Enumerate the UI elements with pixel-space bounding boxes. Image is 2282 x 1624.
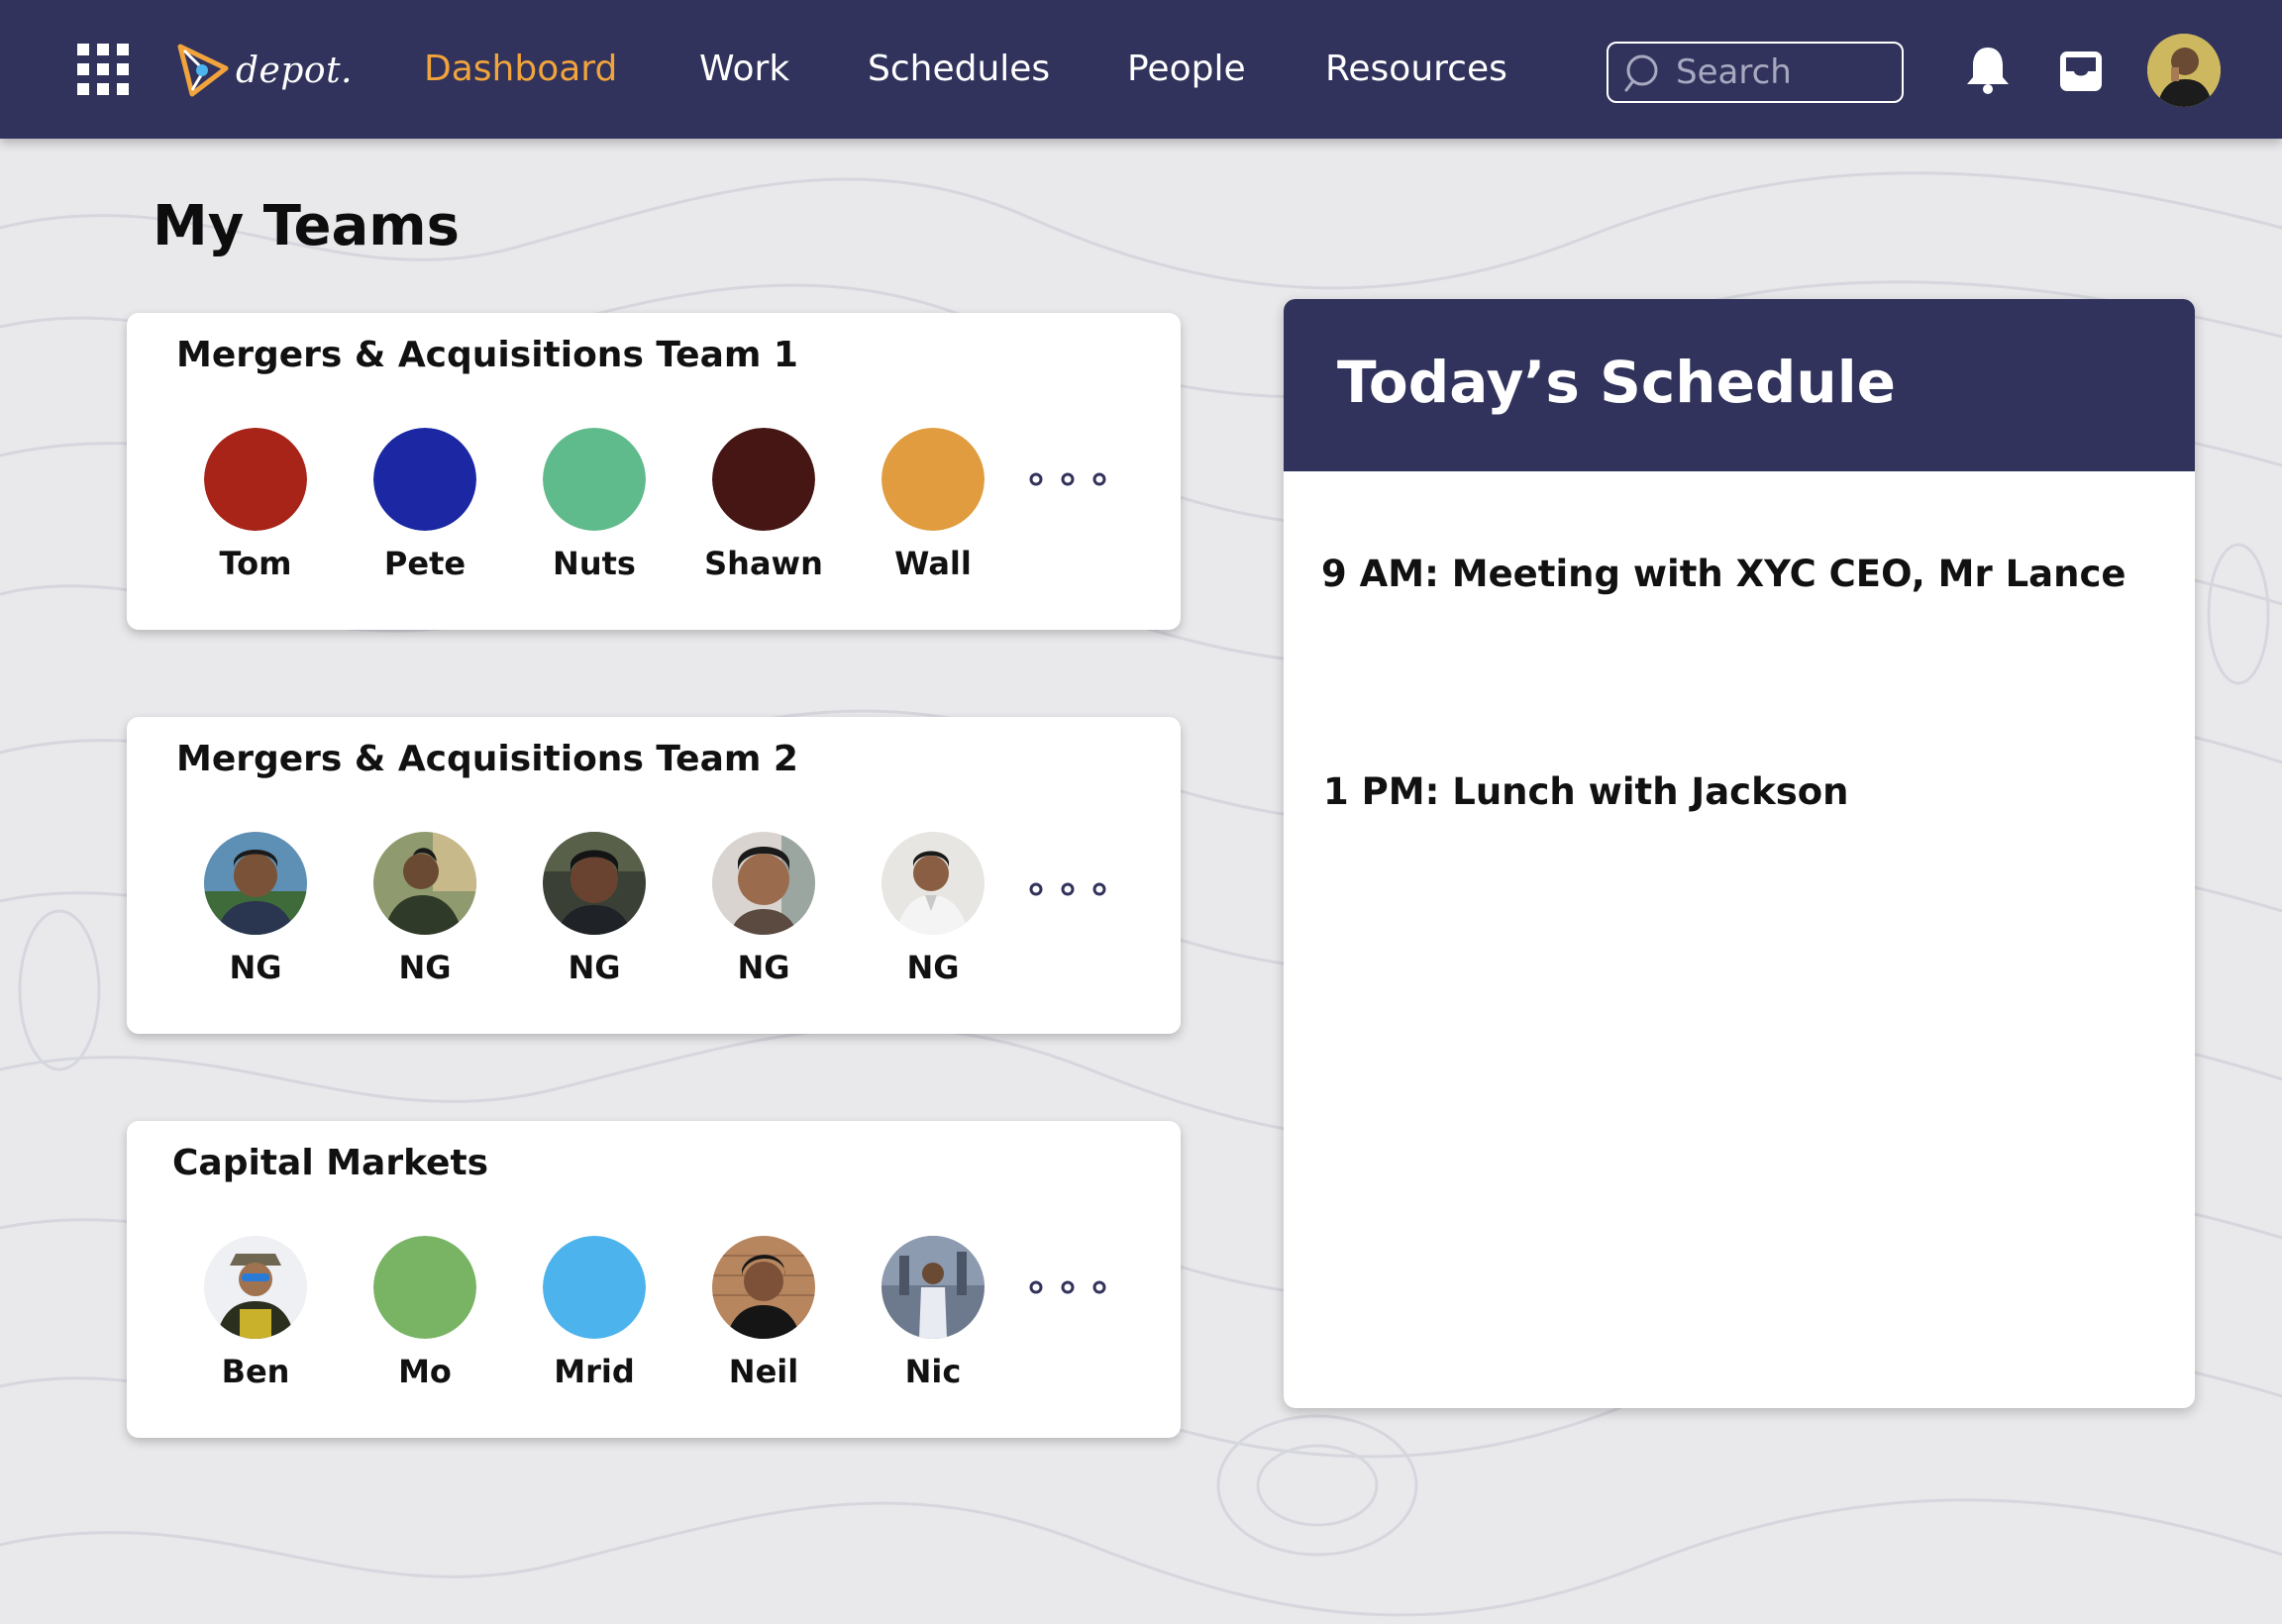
- team-card[interactable]: Capital Markets Ben Mo Mrid Neil Nic: [127, 1121, 1181, 1438]
- avatar: [373, 1236, 476, 1339]
- user-avatar[interactable]: [2147, 34, 2221, 107]
- schedule-header: Today’s Schedule: [1284, 299, 2195, 471]
- member-name: Pete: [383, 545, 467, 582]
- page-title: My Teams: [153, 194, 460, 258]
- avatar-photo: [543, 832, 646, 935]
- member-name: Nic: [904, 1353, 962, 1390]
- team-member[interactable]: Shawn: [704, 428, 823, 582]
- avatar: [373, 428, 476, 531]
- team-title: Mergers & Acquisitions Team 2: [176, 739, 798, 779]
- member-name: NG: [568, 949, 621, 986]
- team-member[interactable]: NG: [543, 832, 646, 986]
- member-name: Neil: [728, 1353, 799, 1390]
- search-input[interactable]: [1676, 52, 1874, 92]
- team-member[interactable]: NG: [712, 832, 815, 986]
- member-name: NG: [737, 949, 790, 986]
- team-member[interactable]: Neil: [712, 1236, 815, 1390]
- avatar: [543, 428, 646, 531]
- team-title: Mergers & Acquisitions Team 1: [176, 335, 798, 375]
- member-name: Mo: [398, 1353, 452, 1390]
- team-card[interactable]: Mergers & Acquisitions Team 1 Tom Pete N…: [127, 313, 1181, 630]
- search-icon: [1624, 54, 1658, 92]
- member-name: NG: [229, 949, 282, 986]
- avatar-photo: [712, 1236, 815, 1339]
- member-name: NG: [906, 949, 960, 986]
- member-name: Mrid: [554, 1353, 635, 1390]
- top-navbar: depot. Dashboard Work Schedules People R…: [0, 0, 2282, 139]
- inbox-icon[interactable]: [2058, 50, 2104, 93]
- nav-people[interactable]: People: [1127, 44, 1246, 95]
- depot-logo[interactable]: depot.: [174, 40, 353, 101]
- team-member[interactable]: Mo: [373, 1236, 476, 1390]
- member-name: Ben: [221, 1353, 290, 1390]
- more-members-icon[interactable]: [1022, 461, 1111, 497]
- member-name: Wall: [894, 545, 972, 582]
- team-member[interactable]: NG: [373, 832, 476, 986]
- avatar-photo: [882, 1236, 985, 1339]
- depot-logo-icon: [177, 44, 229, 97]
- team-member[interactable]: NG: [204, 832, 307, 986]
- avatar-photo: [204, 832, 307, 935]
- avatar: [882, 428, 985, 531]
- avatar: [712, 428, 815, 531]
- todays-schedule-panel: Today’s Schedule 9 AM: Meeting with XYC …: [1284, 299, 2195, 1408]
- team-member[interactable]: Pete: [373, 428, 476, 582]
- avatar-photo: [882, 832, 985, 935]
- team-member[interactable]: Tom: [204, 428, 307, 582]
- avatar: [543, 1236, 646, 1339]
- avatar-photo: [204, 1236, 307, 1339]
- more-members-icon[interactable]: [1022, 1269, 1111, 1305]
- team-member[interactable]: Ben: [204, 1236, 307, 1390]
- team-member[interactable]: Nic: [882, 1236, 985, 1390]
- team-member[interactable]: NG: [882, 832, 985, 986]
- more-members-icon[interactable]: [1022, 871, 1111, 907]
- schedule-item[interactable]: 1 PM: Lunch with Jackson: [1323, 770, 1848, 813]
- member-name: Tom: [219, 545, 292, 582]
- member-name: Shawn: [704, 545, 823, 582]
- member-name: Nuts: [553, 545, 636, 582]
- avatar: [204, 428, 307, 531]
- team-member[interactable]: Mrid: [543, 1236, 646, 1390]
- schedule-item[interactable]: 9 AM: Meeting with XYC CEO, Mr Lance: [1321, 553, 2126, 595]
- nav-work[interactable]: Work: [699, 44, 789, 95]
- nav-schedules[interactable]: Schedules: [868, 44, 1050, 95]
- avatar-photo: [373, 832, 476, 935]
- team-title: Capital Markets: [172, 1143, 489, 1183]
- member-name: NG: [398, 949, 452, 986]
- nav-resources[interactable]: Resources: [1325, 44, 1507, 95]
- search-box[interactable]: [1607, 42, 1904, 103]
- nav-dashboard[interactable]: Dashboard: [424, 44, 617, 95]
- user-photo: [2147, 34, 2221, 107]
- logo-text: depot.: [236, 50, 353, 91]
- team-card[interactable]: Mergers & Acquisitions Team 2 NG NG NG N…: [127, 717, 1181, 1034]
- notification-bell-icon[interactable]: [1963, 44, 2013, 95]
- schedule-title: Today’s Schedule: [1337, 349, 1896, 416]
- team-member[interactable]: Nuts: [543, 428, 646, 582]
- avatar-photo: [712, 832, 815, 935]
- app-grid-icon[interactable]: [77, 44, 129, 95]
- team-member[interactable]: Wall: [882, 428, 985, 582]
